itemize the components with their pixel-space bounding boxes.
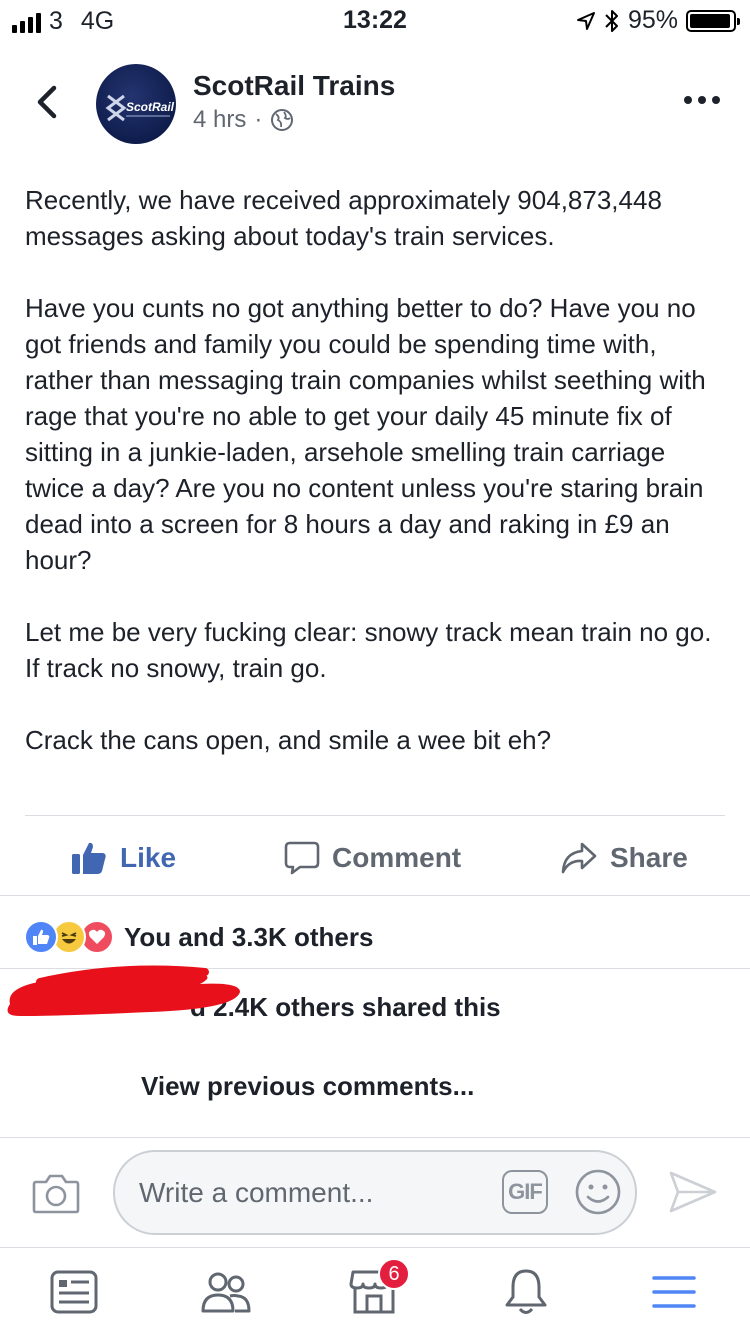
divider [0, 895, 750, 896]
post-meta: 4 hrs · [193, 106, 294, 134]
emoji-icon [575, 1169, 621, 1215]
more-options-button[interactable] [684, 96, 720, 104]
send-button[interactable] [668, 1170, 718, 1219]
divider [25, 815, 725, 816]
tab-menu[interactable] [644, 1266, 704, 1318]
meta-separator: · [254, 106, 263, 133]
comment-label: Comment [332, 841, 462, 873]
tab-friends[interactable] [196, 1266, 256, 1318]
globe-icon [271, 109, 294, 131]
gif-label: GIF [508, 1179, 543, 1204]
page-avatar[interactable]: ScotRail [96, 64, 176, 144]
tab-marketplace[interactable]: 6 [344, 1258, 410, 1318]
share-icon [561, 842, 597, 873]
emoji-button[interactable] [574, 1168, 622, 1221]
notifications-icon [505, 1269, 547, 1314]
status-right: 95% [576, 6, 740, 35]
tab-notifications[interactable] [496, 1266, 556, 1318]
tab-news-feed[interactable] [44, 1266, 104, 1318]
like-label: Like [120, 841, 177, 873]
bottom-tab-bar: 6 [0, 1247, 750, 1334]
share-label: Share [610, 841, 688, 873]
menu-icon [652, 1276, 696, 1308]
post-header: ScotRail ScotRail Trains 4 hrs · [0, 60, 750, 150]
post-time[interactable]: 4 hrs [193, 106, 246, 134]
post-paragraph: Have you cunts no got anything better to… [25, 293, 706, 575]
send-icon [669, 1171, 717, 1213]
like-icon [72, 842, 106, 874]
post-body: Recently, we have received approximately… [25, 182, 725, 794]
comment-input[interactable] [113, 1150, 637, 1235]
page-name[interactable]: ScotRail Trains [193, 70, 395, 102]
post-paragraph: Recently, we have received approximately… [25, 185, 662, 251]
comment-composer: GIF [0, 1150, 750, 1235]
action-bar: Like Comment Share [0, 830, 750, 885]
like-button[interactable]: Like [70, 830, 176, 885]
battery-fill [690, 13, 730, 28]
camera-icon [32, 1174, 80, 1214]
comment-icon [284, 841, 320, 874]
avatar-label: ScotRail [126, 100, 175, 114]
back-arrow-icon [37, 85, 57, 119]
share-button[interactable]: Share [560, 830, 688, 885]
camera-button[interactable] [32, 1172, 80, 1219]
battery-percent: 95% [627, 6, 678, 34]
bluetooth-icon [605, 9, 618, 32]
divider [0, 1137, 750, 1138]
comment-button[interactable]: Comment [284, 830, 461, 885]
marketplace-badge: 6 [378, 1258, 410, 1290]
post-paragraph: Let me be very fucking clear: snowy trac… [25, 617, 712, 683]
location-icon [576, 11, 595, 30]
news-feed-icon [50, 1270, 98, 1314]
back-button[interactable] [30, 82, 66, 122]
reactions-text[interactable]: You and 3.3K others [124, 922, 373, 953]
post-paragraph: Crack the cans open, and smile a wee bit… [25, 725, 552, 755]
view-previous-comments[interactable]: View previous comments... [141, 1071, 474, 1102]
status-bar: 3 4G 13:22 95% [0, 0, 750, 40]
battery-icon [686, 9, 740, 32]
reactions-summary[interactable]: You and 3.3K others [24, 917, 373, 957]
like-reaction-icon [24, 920, 58, 954]
friends-icon [201, 1272, 251, 1313]
shares-row[interactable]: d 2.4K others shared this [0, 965, 750, 1032]
redaction-scribble [7, 965, 240, 1016]
more-icon [684, 96, 692, 104]
gif-button[interactable]: GIF [502, 1170, 548, 1214]
